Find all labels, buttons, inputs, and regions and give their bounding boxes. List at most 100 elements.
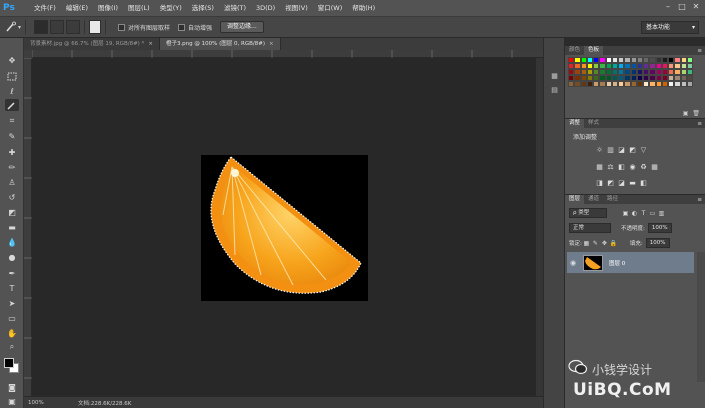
tool-preset-chevron-icon[interactable]: ▾ [18,24,21,31]
close-icon[interactable]: × [269,41,274,47]
document-canvas[interactable] [201,155,368,301]
auto-enhance-option[interactable]: 自动增强 [178,23,212,32]
brush-size-picker[interactable] [89,20,102,34]
new-selection-button[interactable] [34,20,49,34]
foreground-color-swatch[interactable] [4,358,14,368]
canvas-area[interactable] [32,58,536,396]
tab-orange[interactable]: 橙子3.png @ 100% (图层 0, RGB/8#) × [159,38,281,50]
dodge-tool-icon[interactable]: ● [5,251,19,263]
tab-styles[interactable]: 样式 [584,119,603,128]
delete-swatch-icon[interactable]: 🗑 [692,110,700,117]
tab-color[interactable]: 颜色 [565,46,584,55]
healing-brush-tool-icon[interactable]: ✚ [5,146,19,158]
menu-select[interactable]: 选择(S) [187,0,219,16]
zoom-level[interactable]: 100% [24,400,54,406]
workspace-select[interactable]: 基本功能 ▾ [641,21,699,34]
pen-tool-icon[interactable]: ✒ [5,267,19,279]
selective-color-icon[interactable]: ◧ [639,179,648,187]
document-size-info[interactable]: 文档:228.6K/228.6K [78,399,131,407]
threshold-icon[interactable]: ◪ [617,179,626,187]
menu-help[interactable]: 帮助(H) [347,0,380,16]
vertical-scrollbar[interactable] [536,58,543,396]
new-swatch-icon[interactable]: ▣ [683,110,689,117]
lasso-tool-icon[interactable]: ℓ [5,85,19,97]
invert-icon[interactable]: ◨ [595,179,604,187]
path-selection-tool-icon[interactable]: ➤ [5,297,19,309]
quick-selection-tool-icon[interactable] [5,99,19,111]
curves-icon[interactable]: ◪ [617,146,626,154]
add-to-selection-button[interactable] [50,20,65,34]
screen-mode-icon[interactable]: ▣ [5,395,19,407]
close-icon[interactable]: × [148,41,153,47]
layer-filter-select[interactable]: ρ 类型 [569,208,607,218]
lock-all-icon[interactable]: 🔒 [609,240,618,247]
quick-mask-icon[interactable]: ◙ [5,381,19,393]
exposure-icon[interactable]: ◩ [628,146,637,154]
zoom-tool-icon[interactable]: ⌕ [5,341,19,353]
menu-3d[interactable]: 3D(D) [251,0,280,16]
tab-swatches[interactable]: 色板 [584,46,604,55]
blur-tool-icon[interactable]: 💧 [5,236,19,248]
tab-channels[interactable]: 通道 [584,195,603,204]
menu-file[interactable]: 文件(F) [29,0,61,16]
photo-filter-icon[interactable]: ◉ [628,163,637,171]
layer-row[interactable]: ◉ 图层 0 [567,252,694,273]
menu-filter[interactable]: 滤镜(T) [219,0,251,16]
black-white-icon[interactable]: ◧ [617,163,626,171]
subtract-from-selection-button[interactable] [66,20,81,34]
lock-transparent-icon[interactable]: ▦ [582,240,591,247]
marquee-tool-icon[interactable] [5,70,19,82]
filter-type-icon[interactable]: T [639,210,648,217]
tab-background-material[interactable]: 背景素材.jpg @ 66.7% (图层 19, RGB/8#) * × [24,38,160,50]
tab-layers[interactable]: 图层 [565,195,585,204]
menu-edit[interactable]: 编辑(E) [61,0,93,16]
color-lookup-icon[interactable]: ▦ [650,163,659,171]
refine-edge-button[interactable]: 调整边缘... [220,21,264,33]
brush-tool-icon[interactable]: ✏ [5,161,19,173]
fill-input[interactable]: 100% [645,238,670,248]
gradient-map-icon[interactable]: ▬ [628,179,637,187]
filter-shape-icon[interactable]: ▭ [648,210,657,217]
menu-image[interactable]: 图像(I) [93,0,123,16]
panel-menu-icon[interactable]: ≡ [697,121,702,127]
channel-mixer-icon[interactable]: ♻ [639,163,648,171]
auto-enhance-checkbox[interactable] [178,23,186,31]
shape-tool-icon[interactable]: ▭ [5,312,19,324]
menu-type[interactable]: 类型(Y) [155,0,187,16]
lock-position-icon[interactable]: ✥ [600,240,609,247]
hue-saturation-icon[interactable]: ▦ [595,163,604,171]
eye-icon[interactable]: ◉ [567,259,579,267]
color-balance-icon[interactable]: ⚖ [606,163,615,171]
move-tool-icon[interactable]: ✥ [5,54,19,66]
clone-stamp-tool-icon[interactable]: ♙ [5,176,19,188]
brightness-icon[interactable]: ☼ [595,146,604,154]
levels-icon[interactable]: ▥ [606,146,615,154]
sample-all-layers-checkbox[interactable] [118,23,126,31]
panel-menu-icon[interactable]: ≡ [697,48,702,54]
menu-view[interactable]: 视图(V) [280,0,313,16]
posterize-icon[interactable]: ◩ [606,179,615,187]
tab-adjustments[interactable]: 调整 [565,119,585,128]
panel-menu-icon[interactable]: ≡ [697,197,702,203]
history-brush-tool-icon[interactable]: ↺ [5,191,19,203]
eraser-tool-icon[interactable]: ◩ [5,206,19,218]
hand-tool-icon[interactable]: ✋ [5,327,19,339]
color-swatch[interactable] [686,81,693,87]
filter-adjustment-icon[interactable]: ◐ [630,210,639,217]
type-tool-icon[interactable]: T [5,282,19,294]
gradient-tool-icon[interactable]: ▬ [5,221,19,233]
layers-scrollbar[interactable] [697,252,705,382]
blend-mode-select[interactable]: 正常 [569,223,611,233]
maximize-button[interactable]: □ [677,2,687,12]
tab-paths[interactable]: 路径 [603,195,622,204]
menu-layer[interactable]: 图层(L) [123,0,155,16]
properties-panel-icon[interactable]: ▤ [548,86,561,98]
minimize-button[interactable]: – [663,2,673,12]
lock-pixels-icon[interactable]: ✎ [591,240,600,247]
filter-smart-object-icon[interactable]: ▥ [657,210,666,217]
menu-window[interactable]: 窗口(W) [313,0,348,16]
opacity-input[interactable]: 100% [647,223,672,233]
eyedropper-tool-icon[interactable]: ✎ [5,130,19,142]
quick-selection-tool-icon[interactable] [4,20,18,34]
close-button[interactable]: ✕ [691,2,701,12]
